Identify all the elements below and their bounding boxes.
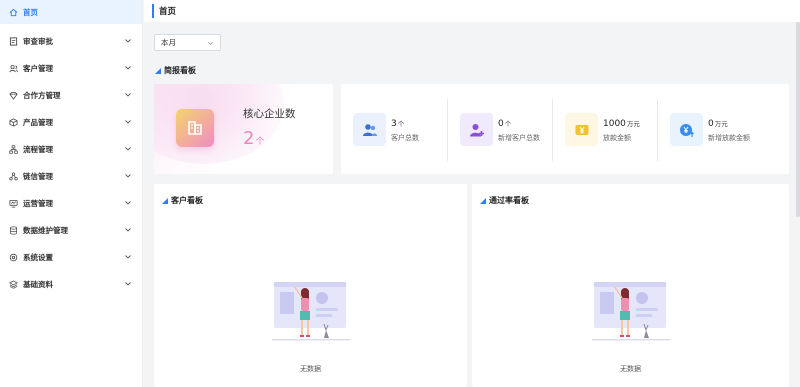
empty-text: 无数据: [300, 365, 321, 373]
home-icon: [8, 7, 18, 17]
stat-label: 新增放款金额: [708, 134, 750, 142]
sidebar-item-basic-data[interactable]: 基础资料: [0, 271, 142, 298]
core-enterprise-unit: 个: [255, 137, 265, 147]
stat-new-loan-amount: 0万元 新增放款金额: [658, 84, 778, 174]
stat-value: 0个: [498, 118, 511, 129]
sidebar-item-process[interactable]: 流程管理: [0, 136, 142, 163]
sidebar-item-label: 链信管理: [23, 172, 53, 181]
diamond-icon: [8, 91, 18, 101]
stat-number: 0: [708, 119, 714, 129]
pass-rate-board-title: 通过率看板: [489, 196, 529, 205]
core-enterprise-count: 2个: [243, 128, 264, 149]
flow-icon: [8, 145, 18, 155]
chevron-down-icon: [125, 147, 131, 151]
chevron-down-icon: [125, 228, 131, 232]
stat-label: 新增客户总数: [498, 134, 540, 142]
yen-up-icon: [670, 113, 703, 146]
corner-triangle-icon: [162, 197, 168, 204]
sidebar-item-customers[interactable]: 客户管理: [0, 55, 142, 82]
corner-triangle-icon: [155, 67, 161, 74]
sidebar-item-label: 产品管理: [23, 118, 53, 127]
customer-board-title: 客户看板: [171, 196, 203, 205]
page-title: 首页: [159, 7, 177, 17]
sidebar-item-label: 审查审批: [23, 37, 53, 46]
brief-title: 简报看板: [164, 66, 196, 75]
title-marker: [152, 4, 154, 18]
sidebar-item-label: 流程管理: [23, 145, 53, 154]
user-add-icon: [460, 113, 493, 146]
sidebar-item-operations[interactable]: 运营管理: [0, 190, 142, 217]
sidebar-item-data-maintenance[interactable]: 数据维护管理: [0, 217, 142, 244]
period-select[interactable]: 本月: [154, 34, 221, 51]
pass-rate-board-panel: 通过率看板 无数据: [472, 184, 789, 387]
settings-icon: [8, 253, 18, 263]
chevron-down-icon: [125, 282, 131, 286]
chain-icon: [8, 172, 18, 182]
sidebar-item-label: 首页: [23, 7, 38, 17]
database-icon: [8, 226, 18, 236]
users-icon: [353, 113, 386, 146]
empty-illustration-icon: [591, 282, 670, 341]
sidebar-item-label: 系统设置: [23, 253, 53, 262]
sidebar-item-products[interactable]: 产品管理: [0, 109, 142, 136]
chevron-down-icon: [125, 174, 131, 178]
sidebar-item-chain[interactable]: 链信管理: [0, 163, 142, 190]
stat-label: 客户总数: [391, 134, 419, 142]
stat-value: 1000万元: [603, 118, 640, 129]
core-enterprise-value: 2: [243, 128, 255, 149]
stat-customers: 3个 客户总数: [341, 84, 447, 174]
chevron-down-icon: [125, 66, 131, 70]
chevron-down-icon: [125, 201, 131, 205]
sidebar-item-label: 运营管理: [23, 199, 53, 208]
stat-unit: 万元: [626, 120, 640, 128]
chevron-down-icon: [125, 93, 131, 97]
layers-icon: [8, 280, 18, 290]
sidebar-item-label: 合作方管理: [23, 91, 61, 100]
empty-illustration-icon: [271, 282, 350, 341]
audit-icon: [8, 37, 18, 47]
sidebar: 首页 审查审批 客户管理 合作方管理 产品管理 流程管理 链信管理 运营管理 数…: [0, 0, 143, 387]
empty-text: 无数据: [620, 365, 641, 373]
sidebar-item-partners[interactable]: 合作方管理: [0, 82, 142, 109]
card-decoration: [154, 84, 284, 164]
customer-board-panel: 客户看板 无数据: [154, 184, 467, 387]
corner-triangle-icon: [480, 197, 486, 204]
yen-icon: [565, 113, 598, 146]
chevron-down-icon: [125, 120, 131, 124]
stat-value: 3个: [391, 118, 404, 129]
pass-rate-board-heading: 通过率看板: [480, 195, 529, 206]
sidebar-item-home[interactable]: 首页: [0, 0, 142, 24]
sidebar-item-system-settings[interactable]: 系统设置: [0, 244, 142, 271]
stat-loan-amount: 1000万元 放款金额: [553, 84, 657, 174]
chevron-down-icon: [208, 41, 213, 45]
period-select-value: 本月: [161, 38, 176, 47]
stat-unit: 万元: [714, 120, 728, 128]
monitor-icon: [8, 199, 18, 209]
stat-number: 0: [498, 119, 504, 129]
sidebar-item-label: 客户管理: [23, 64, 53, 73]
vertical-scrollbar[interactable]: [796, 22, 800, 217]
sidebar-item-label: 数据维护管理: [23, 226, 68, 235]
users-icon: [8, 64, 18, 74]
building-icon: [176, 109, 214, 147]
brief-heading: 简报看板: [155, 65, 196, 76]
chevron-down-icon: [125, 255, 131, 259]
customer-board-heading: 客户看板: [162, 195, 203, 206]
stat-number: 1000: [603, 119, 626, 129]
stat-number: 3: [391, 119, 397, 129]
page-header: 首页: [144, 0, 800, 22]
sidebar-item-audit[interactable]: 审查审批: [0, 28, 142, 55]
box-icon: [8, 118, 18, 128]
stat-unit: 个: [504, 120, 512, 128]
stat-label: 放款金额: [603, 134, 631, 142]
stat-unit: 个: [397, 120, 405, 128]
stat-new-customers: 0个 新增客户总数: [448, 84, 552, 174]
stats-card: 3个 客户总数 0个 新增客户总数 1000万元 放款金额 0万元 新增放款金额: [341, 84, 789, 174]
core-enterprise-card: 核心企业数 2个: [154, 84, 333, 174]
core-enterprise-title: 核心企业数: [243, 108, 296, 120]
stat-value: 0万元: [708, 118, 728, 129]
sidebar-item-label: 基础资料: [23, 280, 53, 289]
chevron-down-icon: [125, 39, 131, 43]
